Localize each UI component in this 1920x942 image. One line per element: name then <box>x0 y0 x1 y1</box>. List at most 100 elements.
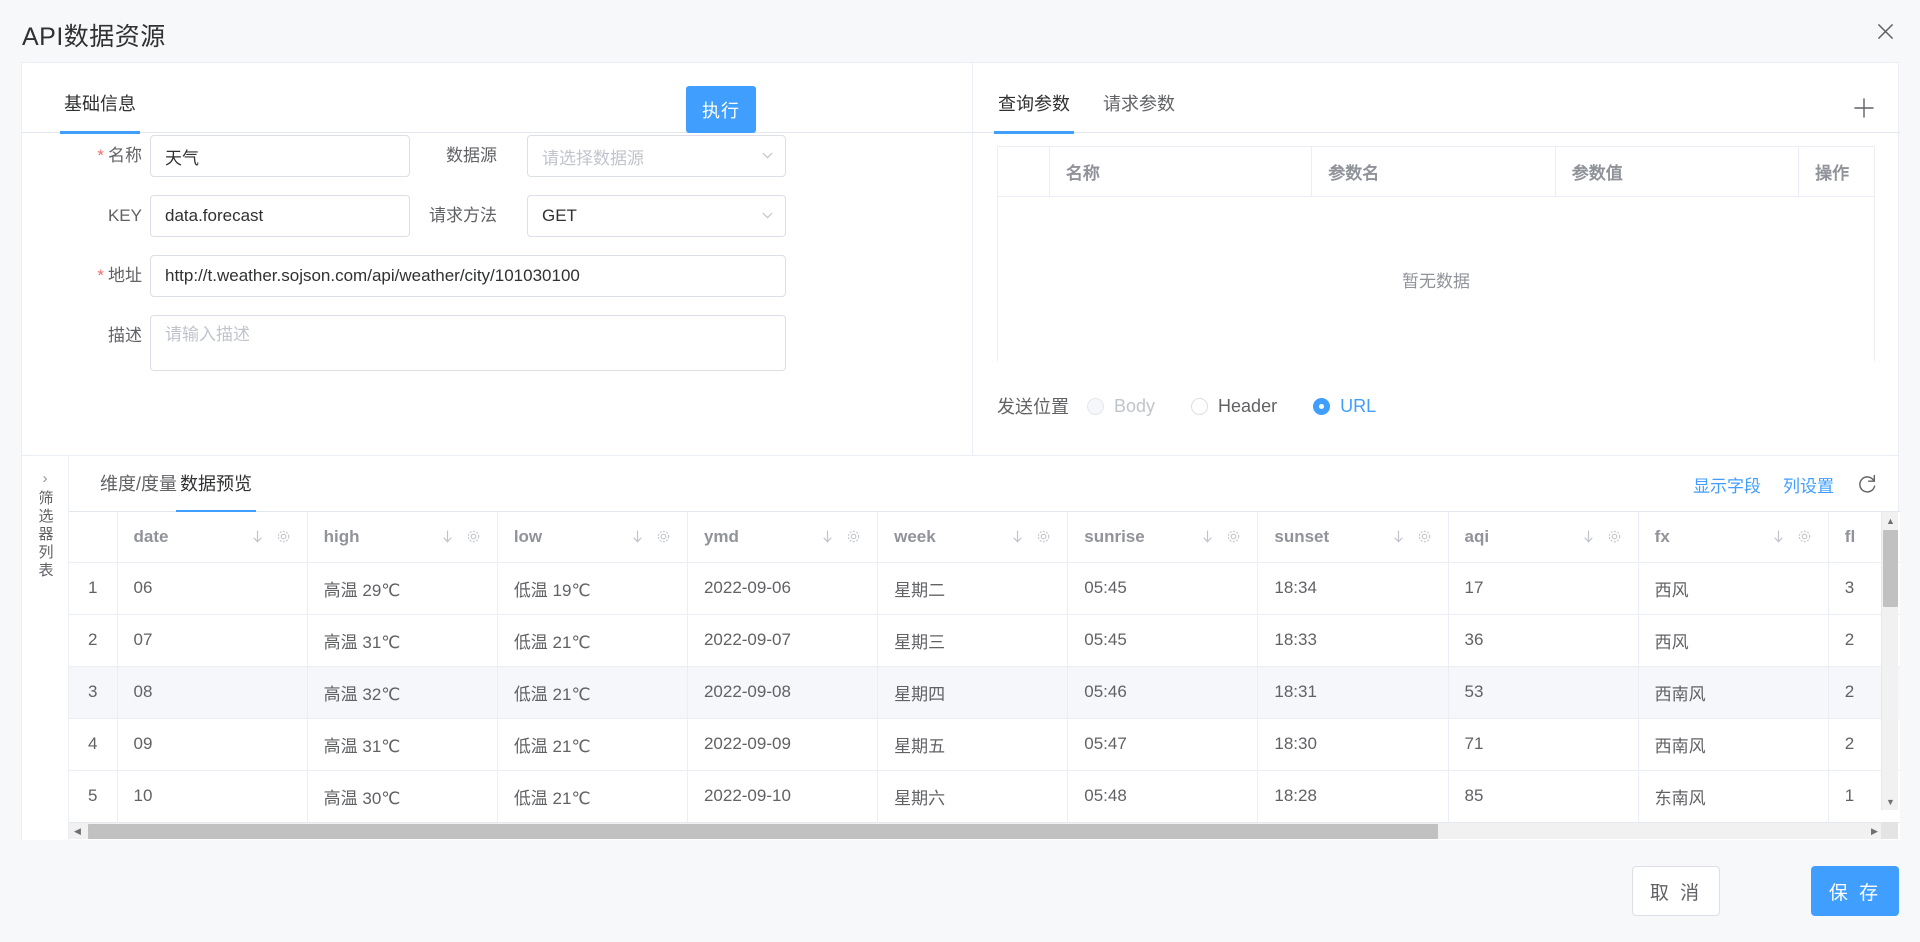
row-index: 4 <box>69 718 118 771</box>
params-col-name: 名称 <box>1050 147 1313 196</box>
hscroll-thumb[interactable] <box>88 824 1438 839</box>
radio-header[interactable]: Header <box>1191 396 1277 417</box>
chevron-down-icon <box>762 212 773 219</box>
cell-low: 低温 21℃ <box>497 666 688 719</box>
scroll-left-icon[interactable]: ◀ <box>69 823 86 840</box>
col-date[interactable]: date <box>117 512 308 563</box>
datasource-select[interactable]: 请选择数据源 <box>527 135 786 177</box>
cell-week: 星期五 <box>877 718 1069 771</box>
data-preview-card: › 筛选器列表 维度/度量 数据预览 显示字段 列设置 date high lo… <box>21 455 1900 841</box>
cell-sunrise: 05:48 <box>1067 770 1259 823</box>
tab-dimension-measure[interactable]: 维度/度量 <box>96 456 181 512</box>
preview-actions: 显示字段 列设置 <box>1693 456 1878 512</box>
radio-url[interactable]: URL <box>1313 396 1376 417</box>
gear-icon[interactable] <box>1417 529 1432 544</box>
execute-button[interactable]: 执行 <box>686 86 756 133</box>
gear-icon[interactable] <box>1607 529 1622 544</box>
sort-desc-icon[interactable] <box>1581 529 1596 544</box>
table-vertical-scrollbar[interactable]: ▲ ▼ <box>1881 512 1898 810</box>
table-row[interactable]: 5 10 高温 30℃ 低温 21℃ 2022-09-10 星期六 05:48 … <box>69 770 1900 823</box>
sort-desc-icon[interactable] <box>1200 529 1215 544</box>
datasource-select-value: 请选择数据源 <box>542 148 644 168</box>
row-index: 2 <box>69 614 118 667</box>
form-row-name: * 名称 天气 数据源 请选择数据源 <box>22 135 972 195</box>
sort-desc-icon[interactable] <box>440 529 455 544</box>
table-row[interactable]: 1 06 高温 29℃ 低温 19℃ 2022-09-06 星期二 05:45 … <box>69 562 1900 615</box>
radio-dot <box>1087 397 1104 415</box>
cell-fx: 西风 <box>1638 614 1829 667</box>
cell-date: 09 <box>117 718 308 771</box>
gear-icon[interactable] <box>846 529 861 544</box>
cell-fx: 西风 <box>1638 562 1829 615</box>
cell-date: 08 <box>117 666 308 719</box>
key-input[interactable]: data.forecast <box>150 195 410 237</box>
gear-icon[interactable] <box>1036 529 1051 544</box>
data-table-scroll-area[interactable]: date high low ymd week sunrise sunset aq… <box>69 512 1900 840</box>
method-select[interactable]: GET <box>527 195 786 237</box>
col-index <box>69 512 118 563</box>
cell-ymd: 2022-09-09 <box>687 718 879 771</box>
col-aqi[interactable]: aqi <box>1448 512 1639 563</box>
col-ymd[interactable]: ymd <box>687 512 879 563</box>
table-row[interactable]: 4 09 高温 31℃ 低温 21℃ 2022-09-09 星期五 05:47 … <box>69 718 1900 771</box>
sort-desc-icon[interactable] <box>1771 529 1786 544</box>
scrollbar-corner <box>1881 822 1898 839</box>
radio-dot <box>1313 397 1331 415</box>
table-row[interactable]: 2 07 高温 31℃ 低温 21℃ 2022-09-07 星期三 05:45 … <box>69 614 1900 667</box>
name-input[interactable]: 天气 <box>150 135 410 177</box>
description-textarea[interactable]: 请输入描述 <box>150 315 786 371</box>
table-row[interactable]: 3 08 高温 32℃ 低温 21℃ 2022-09-08 星期四 05:46 … <box>69 666 1900 719</box>
gear-icon[interactable] <box>466 529 481 544</box>
tab-basic-info[interactable]: 基础信息 <box>60 75 140 134</box>
radio-body[interactable]: Body <box>1087 396 1155 417</box>
col-low[interactable]: low <box>497 512 688 563</box>
filter-list-label: 筛选器列表 <box>36 490 54 580</box>
data-preview-table: date high low ymd week sunrise sunset aq… <box>69 512 1900 823</box>
column-settings-button[interactable]: 列设置 <box>1783 472 1834 497</box>
col-sunset[interactable]: sunset <box>1257 512 1449 563</box>
gear-icon[interactable] <box>276 529 291 544</box>
data-table-head: date high low ymd week sunrise sunset aq… <box>69 512 1900 563</box>
cell-low: 低温 21℃ <box>497 770 688 823</box>
sort-desc-icon[interactable] <box>820 529 835 544</box>
cancel-button[interactable]: 取 消 <box>1632 866 1720 916</box>
tab-query-params[interactable]: 查询参数 <box>994 75 1074 134</box>
col-fx[interactable]: fx <box>1638 512 1829 563</box>
sort-desc-icon[interactable] <box>1391 529 1406 544</box>
key-label: KEY <box>107 206 142 225</box>
save-button[interactable]: 保 存 <box>1811 866 1899 916</box>
table-horizontal-scrollbar[interactable]: ◀ ▶ <box>69 822 1883 839</box>
scroll-up-icon[interactable]: ▲ <box>1882 512 1899 529</box>
tab-data-preview[interactable]: 数据预览 <box>176 456 256 513</box>
vscroll-thumb[interactable] <box>1883 530 1898 607</box>
cell-sunset: 18:34 <box>1257 562 1449 615</box>
filter-list-rail[interactable]: › 筛选器列表 <box>22 456 69 841</box>
show-fields-button[interactable]: 显示字段 <box>1693 472 1761 497</box>
cell-aqi: 71 <box>1448 718 1639 771</box>
col-high[interactable]: high <box>307 512 498 563</box>
url-input[interactable]: http://t.weather.sojson.com/api/weather/… <box>150 255 786 297</box>
tab-request-params[interactable]: 请求参数 <box>1099 75 1179 133</box>
gear-icon[interactable] <box>1797 529 1812 544</box>
sort-desc-icon[interactable] <box>1010 529 1025 544</box>
cell-sunset: 18:30 <box>1257 718 1449 771</box>
page-title: API数据资源 <box>22 23 166 51</box>
url-label: * 地址 <box>97 266 142 285</box>
cell-sunset: 18:33 <box>1257 614 1449 667</box>
sort-desc-icon[interactable] <box>250 529 265 544</box>
scroll-down-icon[interactable]: ▼ <box>1882 793 1899 810</box>
chevron-right-icon: › <box>42 470 48 487</box>
cell-high: 高温 29℃ <box>307 562 498 615</box>
plus-icon[interactable] <box>1850 94 1878 122</box>
refresh-icon[interactable] <box>1856 473 1878 495</box>
gear-icon[interactable] <box>1226 529 1241 544</box>
sort-desc-icon[interactable] <box>630 529 645 544</box>
gear-icon[interactable] <box>656 529 671 544</box>
col-week[interactable]: week <box>877 512 1069 563</box>
close-icon[interactable] <box>1870 16 1900 46</box>
table-header-row: date high low ymd week sunrise sunset aq… <box>69 512 1900 563</box>
col-sunrise[interactable]: sunrise <box>1067 512 1259 563</box>
radio-body-label: Body <box>1114 395 1156 416</box>
cell-ymd: 2022-09-08 <box>687 666 879 719</box>
params-col-param-value: 参数值 <box>1556 147 1800 196</box>
